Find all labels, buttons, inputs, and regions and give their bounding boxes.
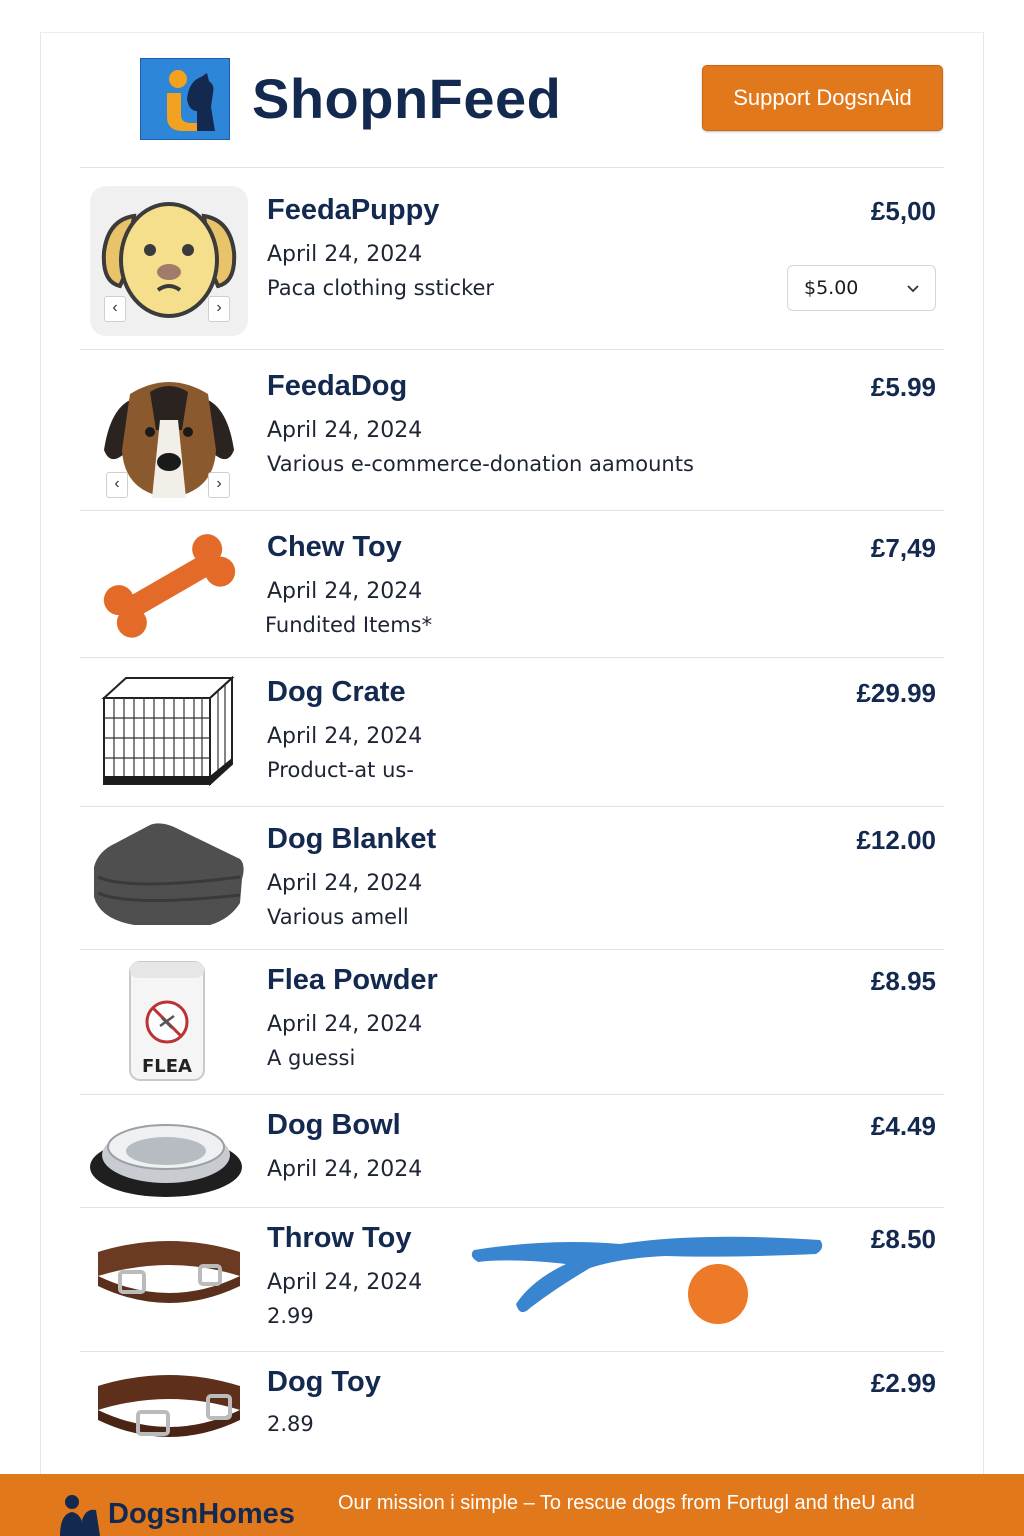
- product-date: April 24, 2024: [267, 1012, 423, 1037]
- product-date: April 24, 2024: [267, 579, 423, 604]
- product-title[interactable]: Dog Crate: [267, 676, 406, 709]
- site-footer: DogsnHomes Our mission i simple – To res…: [0, 1474, 1024, 1536]
- product-price: £8.50: [870, 1224, 936, 1254]
- product-title[interactable]: Chew Toy: [267, 531, 402, 564]
- product-row[interactable]: ‹ › FeedaDog April 24, 2024 Various e-co…: [80, 349, 944, 510]
- product-description: Various e-commerce-donation aamounts: [267, 452, 694, 476]
- product-row[interactable]: Dog Crate April 24, 2024 Product-at us- …: [80, 657, 944, 806]
- product-price: £5.99: [870, 372, 936, 402]
- flying-toy-image: [471, 1236, 823, 1324]
- product-row[interactable]: Dog Bowl April 24, 2024 £4.49: [80, 1094, 944, 1207]
- product-row[interactable]: ‹ › FeedaPuppy April 24, 2024 Paca cloth…: [80, 167, 944, 349]
- product-date: April 24, 2024: [267, 418, 423, 443]
- product-title[interactable]: Throw Toy: [267, 1222, 411, 1255]
- flea-powder-jar: FLEA: [90, 960, 248, 1082]
- product-row[interactable]: Dog Blanket April 24, 2024 Various amell…: [80, 806, 944, 949]
- product-row[interactable]: FLEA Flea Powder April 24, 2024 A guessi…: [80, 949, 944, 1094]
- carousel-next-button[interactable]: ›: [208, 472, 230, 498]
- product-date: April 24, 2024: [267, 871, 423, 896]
- puppy-face-icon: ‹ ›: [90, 186, 248, 336]
- product-list: ‹ › FeedaPuppy April 24, 2024 Paca cloth…: [80, 167, 944, 1473]
- product-price: £4.49: [870, 1111, 936, 1141]
- carousel-next-button[interactable]: ›: [208, 296, 230, 322]
- flea-label: FLEA: [142, 1056, 192, 1077]
- chevron-down-icon: [907, 285, 919, 293]
- product-title[interactable]: FeedaDog: [267, 370, 407, 403]
- donation-amount-select[interactable]: $5.00: [787, 265, 936, 311]
- product-date: April 24, 2024: [267, 1157, 423, 1182]
- product-description: Fundited Items*: [265, 613, 433, 637]
- footer-mission: Our mission i simple – To rescue dogs fr…: [338, 1492, 915, 1514]
- product-price: £12.00: [856, 825, 936, 855]
- steel-bowl: [90, 1109, 248, 1199]
- product-title[interactable]: Dog Blanket: [267, 823, 436, 856]
- product-price: £5,00: [870, 196, 936, 226]
- select-value: $5.00: [804, 277, 859, 299]
- wire-crate: [90, 672, 248, 794]
- site-header: ShopnFeed Support DogsnAid: [40, 32, 984, 168]
- product-row[interactable]: Dog Toy 2.89 £2.99: [80, 1351, 944, 1473]
- product-row[interactable]: Throw Toy April 24, 2024 2.99 £8.50: [80, 1207, 944, 1351]
- bone-chew-toy: [90, 529, 248, 641]
- product-description: Various amell: [267, 905, 409, 929]
- product-date: April 24, 2024: [267, 724, 423, 749]
- product-price: £7,49: [870, 533, 936, 563]
- footer-brand[interactable]: DogsnHomes: [108, 1498, 295, 1531]
- product-title[interactable]: FeedaPuppy: [267, 194, 439, 227]
- product-date: April 24, 2024: [267, 1270, 423, 1295]
- product-price: £2.99: [870, 1368, 936, 1398]
- carousel-prev-button[interactable]: ‹: [104, 296, 126, 322]
- leather-collar: [90, 1366, 248, 1446]
- product-title[interactable]: Dog Toy: [267, 1366, 381, 1399]
- folded-blanket: [90, 821, 248, 931]
- brand-name[interactable]: ShopnFeed: [252, 66, 561, 131]
- leather-collar: [90, 1230, 248, 1310]
- product-row[interactable]: Chew Toy April 24, 2024 Fundited Items* …: [80, 510, 944, 657]
- product-description: Product-at us-: [267, 758, 414, 782]
- product-date: April 24, 2024: [267, 242, 423, 267]
- product-title[interactable]: Dog Bowl: [267, 1109, 401, 1142]
- product-description: 2.89: [267, 1412, 314, 1436]
- product-description: Paca clothing ssticker: [267, 276, 495, 300]
- beagle-photo: ‹ ›: [90, 370, 248, 500]
- product-price: £29.99: [856, 678, 936, 708]
- product-price: £8.95: [870, 966, 936, 996]
- brand-logo-icon[interactable]: [140, 58, 230, 140]
- carousel-prev-button[interactable]: ‹: [106, 472, 128, 498]
- product-description: A guessi: [267, 1046, 356, 1070]
- product-description: 2.99: [267, 1304, 314, 1328]
- footer-logo-icon: [60, 1495, 100, 1536]
- support-button[interactable]: Support DogsnAid: [702, 65, 943, 131]
- product-title[interactable]: Flea Powder: [267, 964, 438, 997]
